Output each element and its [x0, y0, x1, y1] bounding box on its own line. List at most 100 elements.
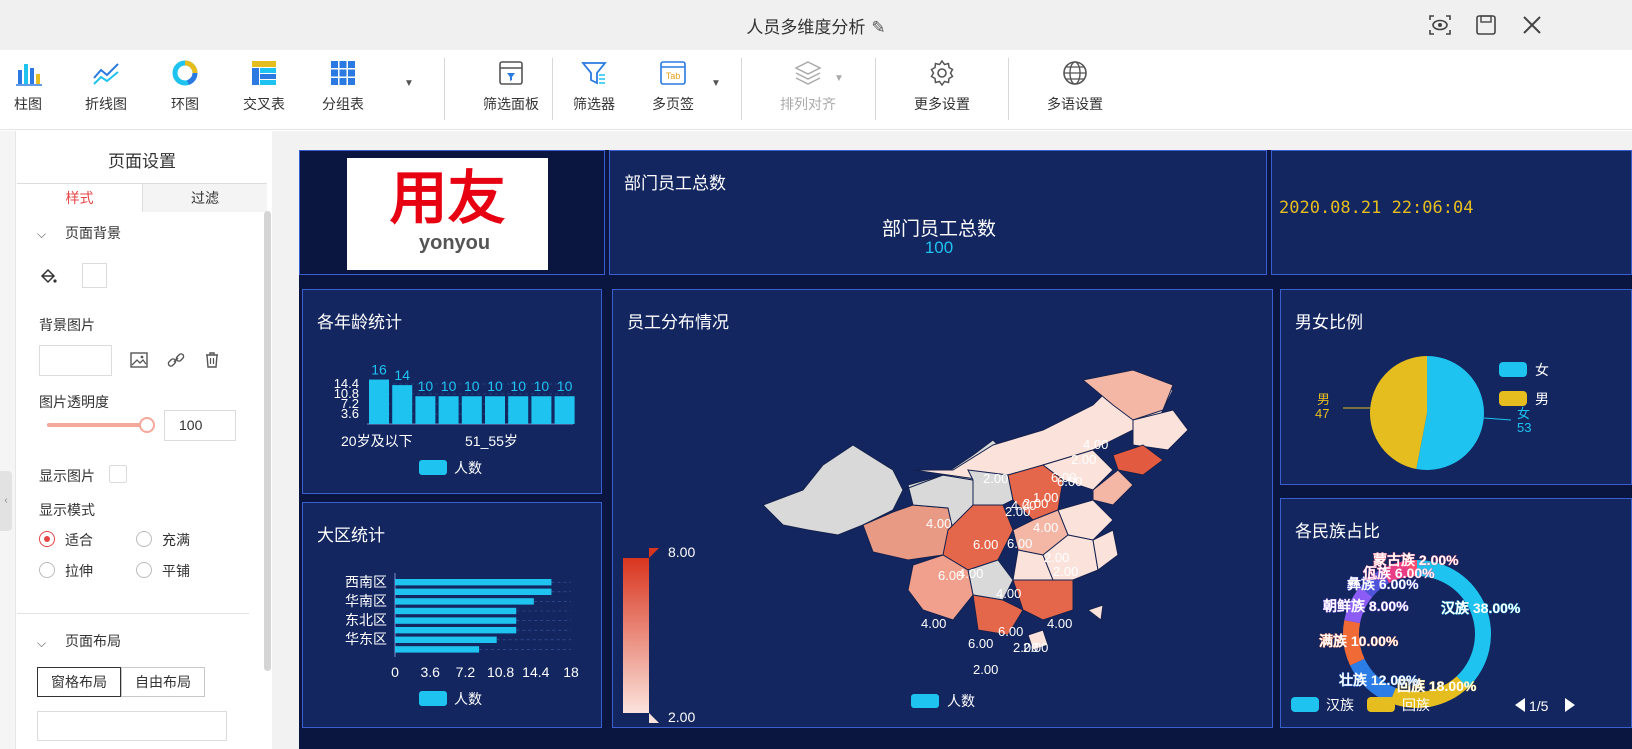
panel-edge — [0, 131, 16, 749]
age-chart-card[interactable]: 各年龄统计 3.6 7.2 10.8 14.4 16 14 10 10 10 10 10 10 10 20… — [302, 289, 602, 494]
legend-label: 女 — [1535, 362, 1549, 378]
mode-stretch-label: 拉伸 — [65, 563, 93, 579]
tab-style[interactable]: 样式 — [17, 184, 142, 212]
map-value-label: 4.00 — [1083, 437, 1108, 452]
legend-swatch — [419, 691, 447, 706]
collapse-panel-button[interactable]: ‹ — [0, 471, 12, 531]
region-taiwan — [1086, 604, 1104, 621]
legend-swatch — [1499, 391, 1527, 406]
show-image-checkbox[interactable] — [109, 465, 127, 483]
map-value-label: 4.00 — [958, 566, 983, 581]
slice-label: 汉族 38.00% — [1441, 600, 1521, 616]
preview-eye-icon[interactable] — [1427, 12, 1453, 38]
x-tick-label: 18 — [563, 664, 579, 680]
mode-fill-radio[interactable] — [136, 531, 152, 547]
ethnic-chart-card[interactable]: 各民族占比 汉族 38.00% 回族 18.00% 壮族 12.00% 满族 10.0… — [1280, 498, 1632, 728]
tool-cross-table[interactable]: 交叉表 — [224, 58, 304, 114]
tool-label: 多页签 — [652, 96, 694, 112]
tool-bar-chart[interactable]: 柱图 — [0, 58, 68, 114]
gender-pie-chart[interactable]: 女53男47女男 — [1281, 290, 1632, 486]
tool-label: 分组表 — [322, 96, 364, 112]
slice-name-label: 男 — [1317, 392, 1330, 407]
slice-label: 满族 10.00% — [1319, 633, 1399, 649]
close-icon[interactable] — [1519, 12, 1545, 38]
chevron-down-icon[interactable]: ⌵ — [37, 636, 46, 651]
total-employees-card[interactable]: 部门员工总数 部门员工总数 100 — [609, 150, 1267, 275]
tool-arrange-align[interactable]: 排列对齐 — [768, 58, 848, 114]
delete-trash-icon[interactable] — [203, 351, 221, 369]
tool-label: 柱图 — [14, 96, 42, 112]
logo-card[interactable]: 用友 yonyou — [299, 150, 605, 275]
tool-ring-chart[interactable]: 环图 — [145, 58, 225, 114]
legend-label: 回族 — [1402, 697, 1430, 713]
map-card[interactable]: 员工分布情况 8.00 2.00 4.00 2.00 6.00 2.00 4.0… — [612, 289, 1273, 728]
filter-icon — [581, 62, 607, 85]
tool-label: 更多设置 — [914, 96, 970, 112]
opacity-slider-track[interactable] — [47, 417, 155, 433]
panel-tabs: 样式 过滤 — [17, 183, 267, 212]
layout-dropdown[interactable] — [37, 711, 227, 741]
image-upload-icon[interactable] — [129, 351, 149, 369]
datetime-card[interactable]: 2020.08.21 22:06:04 — [1271, 150, 1632, 275]
bar-value-label: 14 — [394, 367, 410, 383]
tool-label: 交叉表 — [243, 96, 285, 112]
display-mode-label: 显示模式 — [39, 502, 95, 518]
region-chart-card[interactable]: 大区统计 西南区 华南区 东北区 华东区 0 3.6 7.2 10.8 14.4 18 人数 — [302, 502, 602, 728]
gender-chart-card[interactable]: 男女比例 女 53 男 47 女男 — [1280, 289, 1632, 485]
tool-line-chart[interactable]: 折线图 — [66, 58, 146, 114]
mode-fit-radio[interactable] — [39, 531, 55, 547]
free-layout-button[interactable]: 自由布局 — [121, 667, 205, 697]
visual-map-handle-top — [649, 548, 659, 558]
tool-filter[interactable]: 筛选器 — [554, 58, 634, 114]
tool-tabs[interactable]: Tab 多页签 — [633, 58, 713, 114]
map-value-label: 6.00 — [1007, 536, 1032, 551]
edit-pencil-icon[interactable]: ✎ — [871, 18, 885, 38]
paint-bucket-icon[interactable] — [39, 267, 57, 285]
section-page-background[interactable]: 页面背景 — [65, 223, 121, 243]
chevron-down-icon[interactable]: ⌵ — [37, 227, 46, 242]
x-tick-label: 14.4 — [522, 664, 549, 680]
grid-layout-button[interactable]: 窗格布局 — [37, 667, 121, 697]
chevron-down-icon[interactable]: ▼ — [834, 73, 844, 84]
mode-tile-radio[interactable] — [136, 562, 152, 578]
window-title-text: 人员多维度分析 — [746, 18, 866, 37]
section-page-layout[interactable]: 页面布局 — [65, 631, 121, 651]
tool-more-settings[interactable]: 更多设置 — [902, 58, 982, 114]
dashboard: 用友 yonyou 部门员工总数 部门员工总数 100 2020.08.21 2… — [299, 150, 1632, 749]
save-icon[interactable] — [1473, 12, 1499, 38]
age-bar-chart[interactable]: 3.67.210.814.416 1410 10 10 10 10 10 1020岁及以下 51… — [303, 290, 603, 495]
tool-group-table[interactable]: 分组表 — [303, 58, 383, 114]
mode-stretch-radio[interactable] — [39, 562, 55, 578]
ethnic-donut-chart[interactable]: 汉族 38.00%回族 18.00%壮族 12.00%满族 10.00%朝鲜族 … — [1281, 499, 1632, 729]
x-tick-label: 51_55岁 — [465, 433, 518, 449]
panel-scrollbar[interactable] — [264, 211, 271, 671]
y-tick-label: 东北区 — [345, 612, 387, 628]
chevron-down-icon[interactable]: ▼ — [404, 78, 414, 89]
bar-value-label: 10 — [487, 378, 503, 394]
link-icon[interactable] — [166, 351, 186, 369]
legend-label: 人数 — [454, 691, 482, 707]
background-color-swatch[interactable] — [82, 263, 107, 288]
map-value-label: 2.00 — [1013, 640, 1038, 655]
globe-icon — [1063, 61, 1087, 85]
china-map[interactable]: 8.00 2.00 4.002.006.002.004.002.001.004.… — [613, 290, 1274, 729]
slice-label: 壮族 12.00% — [1339, 672, 1419, 688]
opacity-input[interactable]: 100 — [164, 410, 236, 441]
tool-label: 筛选面板 — [483, 96, 539, 112]
bar — [395, 579, 552, 586]
tab-filter[interactable]: 过滤 — [142, 184, 267, 212]
region-bar-chart[interactable]: 西南区华南区东北区华东区 0 3.6 7.2 10.8 14.4 18 人数 — [303, 503, 603, 729]
map-value-label: 2.00 — [1044, 550, 1069, 565]
chevron-down-icon[interactable]: ▼ — [711, 78, 721, 89]
bg-image-preview[interactable] — [39, 345, 112, 376]
slice-name-label: 女 — [1517, 406, 1530, 421]
tool-filter-panel[interactable]: 筛选面板 — [471, 58, 551, 114]
visual-map-gradient — [623, 558, 649, 713]
next-page-icon[interactable] — [1565, 698, 1575, 712]
slice-label: 蒙古族 2.00% — [1373, 552, 1459, 568]
legend-label: 人数 — [454, 460, 482, 476]
tab-icon: Tab — [660, 61, 686, 85]
tool-multilang[interactable]: 多语设置 — [1035, 58, 1115, 114]
opacity-slider-handle[interactable] — [139, 417, 155, 433]
prev-page-icon[interactable] — [1515, 698, 1525, 712]
